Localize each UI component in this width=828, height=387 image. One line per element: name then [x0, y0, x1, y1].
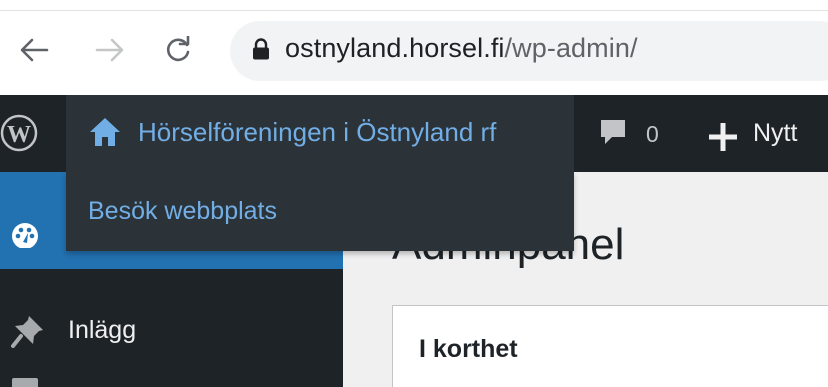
media-icon	[12, 378, 38, 387]
browser-top-strip	[0, 0, 828, 10]
site-name-link[interactable]: Hörselföreningen i Östnyland rf	[138, 117, 496, 148]
widget-title[interactable]: I korthet	[419, 335, 518, 364]
wordpress-logo-icon[interactable]: W	[0, 95, 66, 172]
address-url[interactable]: ostnyland.horsel.fi/wp-admin/	[285, 33, 638, 64]
forward-button[interactable]	[90, 30, 130, 70]
visit-site-link[interactable]: Besök webbplats	[88, 197, 277, 226]
back-button[interactable]	[14, 30, 54, 70]
sidebar-item-label: Inlägg	[68, 316, 137, 344]
plus-icon[interactable]	[706, 120, 740, 154]
dashboard-icon	[12, 223, 38, 248]
lock-icon	[253, 38, 269, 60]
svg-text:W: W	[7, 122, 31, 148]
comments-count[interactable]: 0	[646, 121, 659, 148]
url-host: ostnyland.horsel.fi	[285, 33, 505, 63]
pin-icon	[11, 316, 43, 348]
sidebar-item-posts[interactable]	[0, 297, 343, 367]
home-icon	[90, 118, 120, 146]
site-submenu: Besök webbplats	[66, 172, 574, 251]
arrow-left-icon	[20, 38, 49, 62]
comment-icon[interactable]	[598, 117, 628, 147]
arrow-right-icon	[95, 38, 124, 62]
reload-icon	[167, 36, 190, 62]
new-content-link[interactable]: Nytt	[753, 119, 797, 148]
reload-button[interactable]	[158, 30, 198, 70]
url-path: /wp-admin/	[504, 33, 638, 63]
